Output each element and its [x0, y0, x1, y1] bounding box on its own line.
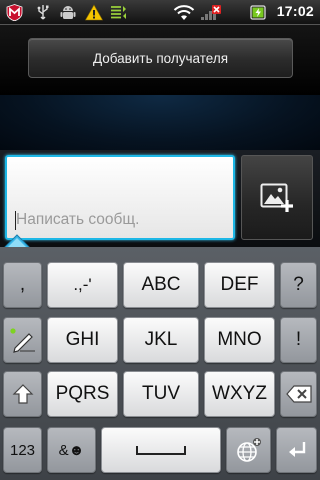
key-label: TUV	[142, 383, 180, 404]
key-comma[interactable]: ,	[3, 262, 42, 308]
key-question[interactable]: ?	[280, 262, 317, 308]
handwriting-key[interactable]	[3, 317, 42, 363]
recipient-area: Добавить получателя	[0, 25, 320, 95]
backspace-icon	[285, 385, 312, 403]
signal-off-icon	[201, 5, 221, 20]
shift-key[interactable]	[3, 371, 42, 417]
key-label: PQRS	[55, 383, 110, 404]
language-settings-icon	[236, 438, 261, 462]
add-recipient-label: Добавить получателя	[92, 50, 229, 66]
space-key[interactable]	[101, 427, 221, 473]
key-jkl[interactable]: JKL	[123, 317, 199, 363]
enter-key[interactable]	[276, 427, 317, 473]
key-exclamation[interactable]: !	[280, 317, 317, 363]
key-label: JKL	[144, 329, 178, 350]
backspace-key[interactable]	[280, 371, 317, 417]
key-label: ABC	[141, 274, 181, 295]
conversation-area	[0, 95, 320, 150]
sync-icon	[111, 6, 126, 19]
key-def[interactable]: DEF	[204, 262, 275, 308]
key-wxyz[interactable]: WXYZ	[204, 371, 275, 417]
key-label: ,	[19, 274, 26, 295]
key-symbols-emoji[interactable]: &☻	[47, 427, 96, 473]
space-icon	[136, 446, 186, 455]
compose-area: Написать сообщ.	[0, 150, 320, 247]
language-settings-key[interactable]	[226, 427, 271, 473]
key-mno[interactable]: MNO	[204, 317, 275, 363]
key-label: WXYZ	[212, 383, 267, 404]
handwriting-icon	[9, 328, 35, 353]
warning-icon	[85, 4, 103, 21]
key-label: !	[295, 329, 302, 350]
key-abc[interactable]: ABC	[123, 262, 199, 308]
key-label: MNO	[217, 329, 262, 350]
key-label: ?	[293, 274, 304, 295]
key-label: .,-'	[73, 275, 92, 294]
key-numbers[interactable]: 123	[3, 427, 42, 473]
key-tuv[interactable]: TUV	[123, 371, 199, 417]
attach-button[interactable]	[241, 155, 313, 240]
enter-icon	[288, 442, 305, 457]
mcafee-icon	[6, 4, 23, 21]
clock: 17:02	[276, 3, 314, 19]
add-recipient-button[interactable]: Добавить получателя	[28, 38, 293, 78]
text-caret	[15, 211, 16, 230]
key-pqrs[interactable]: PQRS	[47, 371, 118, 417]
android-debug-icon	[60, 6, 76, 19]
key-label: &☻	[58, 441, 85, 459]
key-label: GHI	[65, 329, 100, 350]
key-punctuation[interactable]: .,-'	[47, 262, 118, 308]
usb-icon	[37, 5, 49, 20]
key-ghi[interactable]: GHI	[47, 317, 118, 363]
keyboard: , .,-' ABC DEF ? GHI JKL MNO ! PQRS TUV …	[0, 247, 320, 480]
key-label: 123	[9, 441, 36, 459]
battery-icon	[250, 5, 266, 20]
wifi-icon	[173, 5, 195, 20]
status-bar: 17:02	[0, 0, 320, 25]
shift-icon	[12, 384, 33, 404]
message-input[interactable]: Написать сообщ.	[5, 155, 235, 240]
message-placeholder: Написать сообщ.	[16, 211, 140, 228]
add-picture-icon	[260, 183, 293, 212]
key-label: DEF	[220, 274, 259, 295]
